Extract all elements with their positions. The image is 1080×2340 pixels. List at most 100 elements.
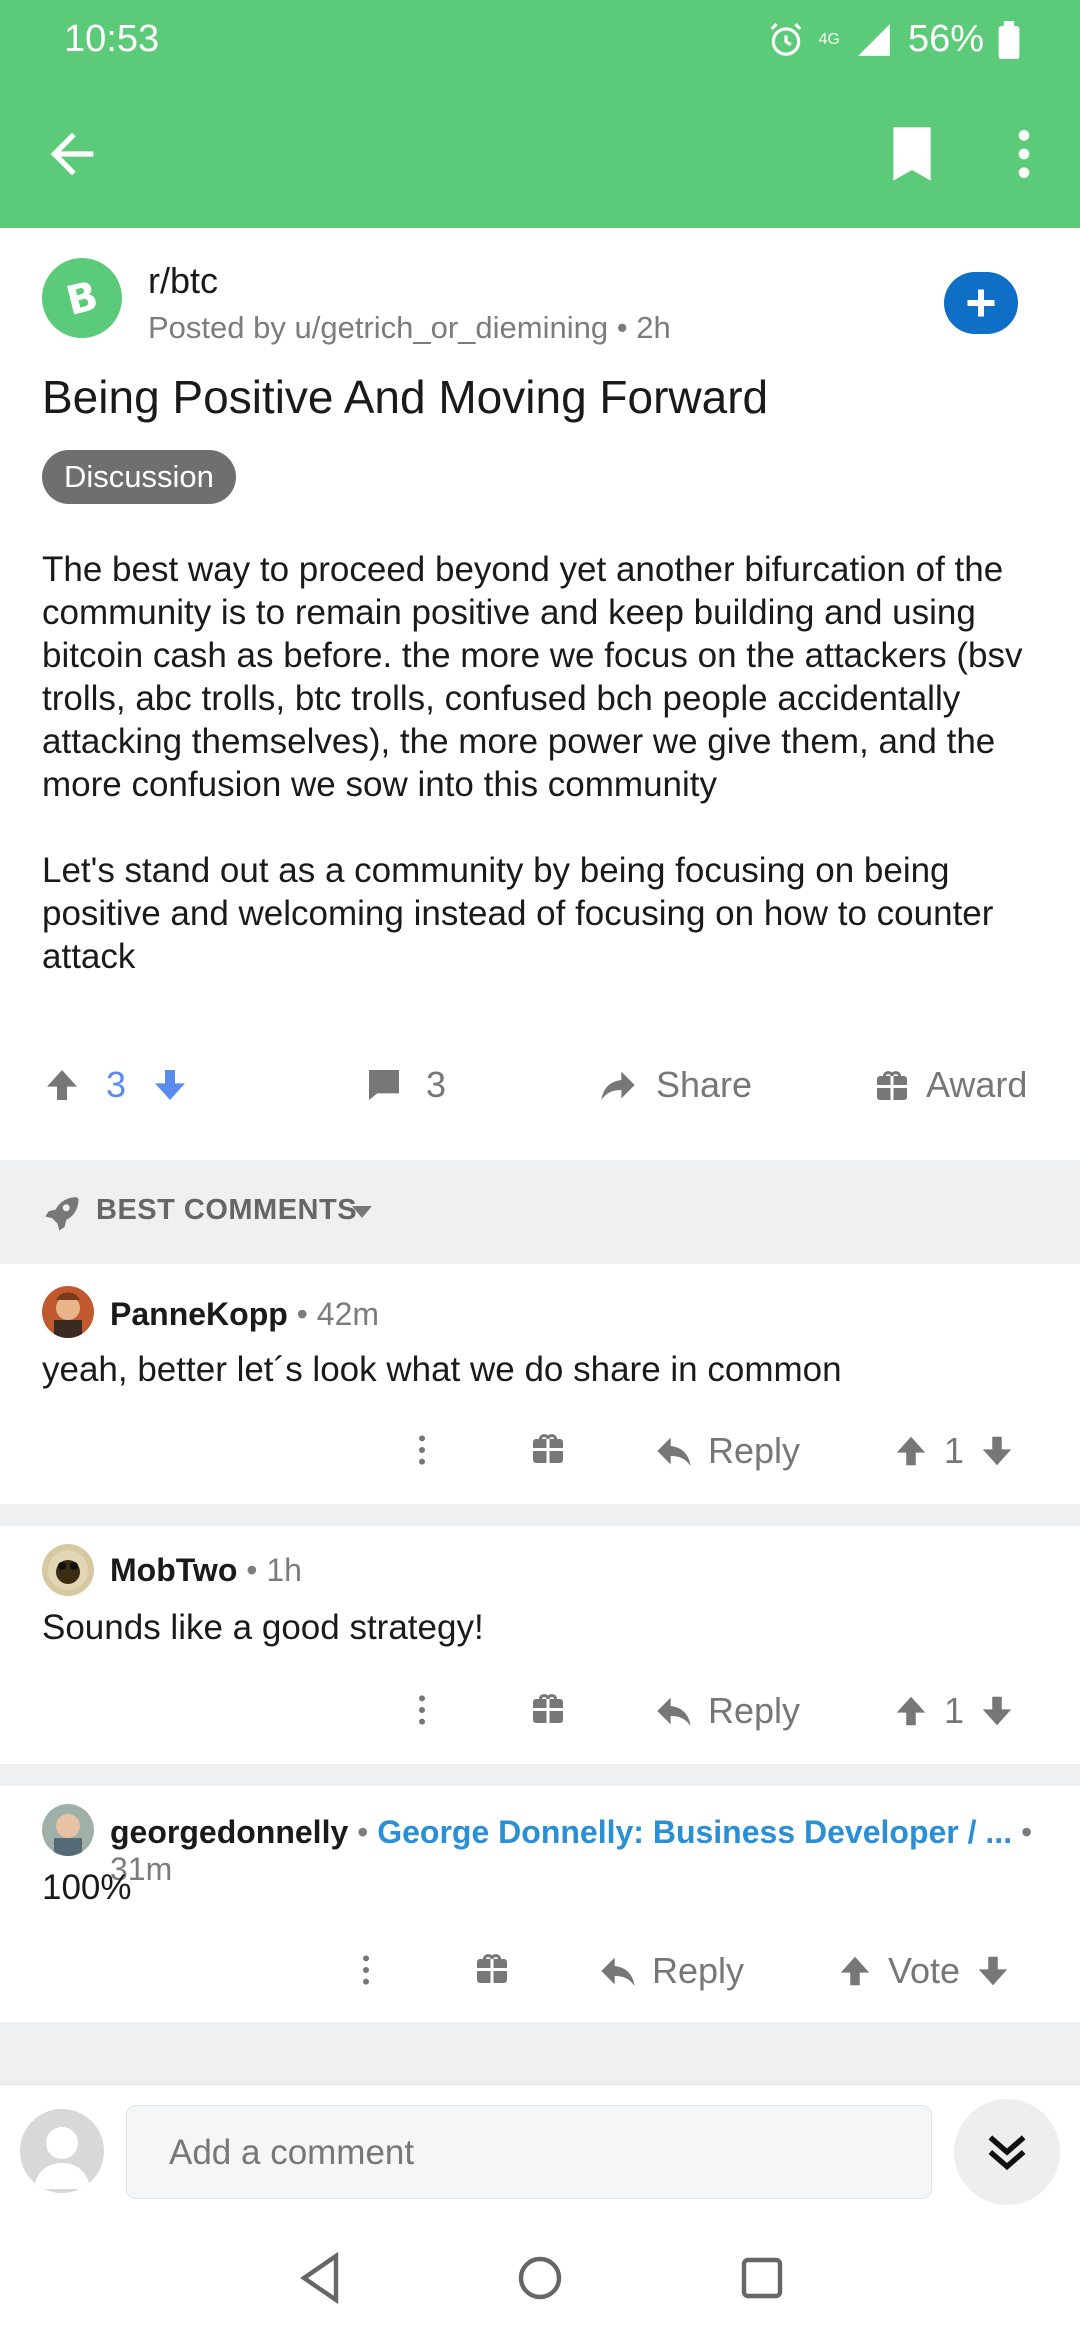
comment-award-button[interactable]	[530, 1690, 566, 1726]
downvote-arrow-icon[interactable]	[150, 1065, 190, 1105]
my-avatar[interactable]	[20, 2109, 104, 2193]
comment-award-button[interactable]	[530, 1430, 566, 1466]
post-author[interactable]: Posted by u/getrich_or_diemining	[148, 310, 608, 345]
join-subreddit-button[interactable]	[944, 272, 1018, 334]
comment-score: 1	[944, 1690, 965, 1731]
bitcoin-icon: B	[62, 274, 103, 322]
user-avatar-icon	[48, 1550, 88, 1590]
post-comments-button[interactable]: 3	[364, 1064, 446, 1106]
upvote-arrow-icon[interactable]	[892, 1692, 930, 1730]
post-meta: Posted by u/getrich_or_diemining • 2h	[148, 310, 671, 345]
comment-sort-label: BEST COMMENTS	[96, 1194, 358, 1226]
more-options-button[interactable]	[992, 122, 1056, 186]
post-comment-count: 3	[426, 1064, 447, 1105]
user-placeholder-icon	[34, 2127, 90, 2189]
comment-age: 42m	[316, 1296, 380, 1332]
avatar[interactable]	[42, 1544, 94, 1596]
arrow-left-icon	[50, 132, 94, 176]
post-score: 3	[106, 1064, 127, 1105]
add-comment-input[interactable]: Add a comment	[126, 2105, 932, 2199]
comment-author[interactable]: georgedonnelly	[110, 1814, 348, 1850]
vote-label: Vote	[888, 1950, 961, 1991]
gift-icon	[533, 1434, 563, 1463]
svg-text:B: B	[62, 274, 103, 322]
app-toolbar	[0, 80, 1080, 228]
comment-composer: Add a comment	[0, 2084, 1080, 2220]
award-label: Award	[926, 1064, 1028, 1105]
comment-separator	[0, 1504, 1080, 1526]
downvote-arrow-icon[interactable]	[978, 1432, 1016, 1470]
comment-header: MobTwo • 1h	[110, 1552, 302, 1588]
nav-back-icon[interactable]	[296, 2250, 344, 2306]
post-age: 2h	[636, 310, 671, 345]
post-flair[interactable]: Discussion	[42, 450, 236, 504]
reply-icon	[601, 1957, 635, 1986]
comment-more-button[interactable]	[402, 1430, 442, 1470]
reply-icon	[657, 1697, 691, 1726]
comment-header: PanneKopp • 42m	[110, 1296, 380, 1332]
status-bar: 10:53 4G 56%	[0, 0, 1080, 80]
status-right: 4G 56%	[767, 18, 1020, 61]
post-vote-group: 3	[42, 1064, 190, 1106]
comment-age: 1h	[266, 1552, 302, 1588]
subreddit-name[interactable]: r/btc	[148, 260, 218, 302]
downvote-arrow-icon[interactable]	[974, 1952, 1012, 1990]
comment-separator	[0, 1764, 1080, 1786]
comment-reply-button[interactable]: Reply	[654, 1430, 800, 1472]
user-flair: George Donnelly: Business Developer / ..…	[377, 1814, 1013, 1850]
avatar[interactable]	[42, 1804, 94, 1856]
post-body: The best way to proceed beyond yet anoth…	[42, 548, 1042, 1021]
next-comment-button[interactable]	[954, 2099, 1060, 2205]
comment-text: Sounds like a good strategy!	[42, 1608, 484, 1647]
comment-author[interactable]: PanneKopp	[110, 1296, 288, 1332]
comment-sort-bar[interactable]: BEST COMMENTS	[0, 1160, 1080, 1264]
nav-recents-icon[interactable]	[738, 2250, 786, 2306]
comment-reply-button[interactable]: Reply	[654, 1690, 800, 1732]
comment-icon	[369, 1070, 399, 1100]
comment-actions: Reply 1	[0, 1420, 1080, 1490]
reply-label: Reply	[708, 1430, 801, 1471]
upvote-arrow-icon[interactable]	[42, 1065, 82, 1105]
comment-actions: Reply Vote	[0, 1940, 1080, 2010]
caret-down-icon	[352, 1206, 372, 1218]
comment-text: yeah, better let´s look what we do share…	[42, 1350, 842, 1389]
subreddit-avatar[interactable]: B	[42, 258, 122, 338]
reply-label: Reply	[708, 1690, 801, 1731]
status-time: 10:53	[64, 18, 160, 60]
list-end-spacer	[0, 2022, 1080, 2084]
comment-vote-group: 1	[892, 1430, 1016, 1472]
post-actions: 3 3 Share Award	[0, 1040, 1080, 1136]
comment-reply-button[interactable]: Reply	[598, 1950, 744, 1992]
upvote-arrow-icon[interactable]	[892, 1432, 930, 1470]
bookmark-button[interactable]	[880, 122, 944, 186]
comment-award-button[interactable]	[474, 1950, 510, 1986]
comment-header: georgedonnelly • George Donnelly: Busine…	[110, 1814, 1033, 1887]
post-award-button[interactable]: Award	[874, 1064, 1027, 1106]
post-share-button[interactable]: Share	[596, 1064, 752, 1106]
system-nav-bar	[0, 2220, 1080, 2340]
gift-icon	[533, 1694, 563, 1723]
nav-home-icon[interactable]	[516, 2250, 564, 2306]
more-vertical-icon	[1018, 130, 1030, 178]
comment-more-button[interactable]	[402, 1690, 442, 1730]
reply-label: Reply	[652, 1950, 745, 1991]
plus-icon	[967, 289, 995, 317]
user-avatar-icon	[54, 1814, 82, 1856]
avatar[interactable]	[42, 1286, 94, 1338]
gift-icon	[877, 1071, 907, 1100]
user-avatar-icon	[54, 1292, 82, 1338]
signal-icon	[858, 23, 890, 56]
more-vertical-icon	[419, 1695, 425, 1725]
comment-more-button[interactable]	[346, 1950, 386, 1990]
downvote-arrow-icon[interactable]	[978, 1692, 1016, 1730]
upvote-arrow-icon[interactable]	[836, 1952, 874, 1990]
comment-author[interactable]: MobTwo	[110, 1552, 237, 1588]
comment-vote-group: 1	[892, 1690, 1016, 1732]
post-paragraph: Let's stand out as a community by being …	[42, 851, 994, 976]
comment: PanneKopp • 42m yeah, better let´s look …	[0, 1264, 1080, 1504]
bookmark-icon	[893, 127, 931, 181]
share-label: Share	[656, 1064, 753, 1105]
network-type: 4G	[818, 30, 840, 48]
more-vertical-icon	[363, 1955, 369, 1985]
back-button[interactable]	[40, 122, 104, 186]
